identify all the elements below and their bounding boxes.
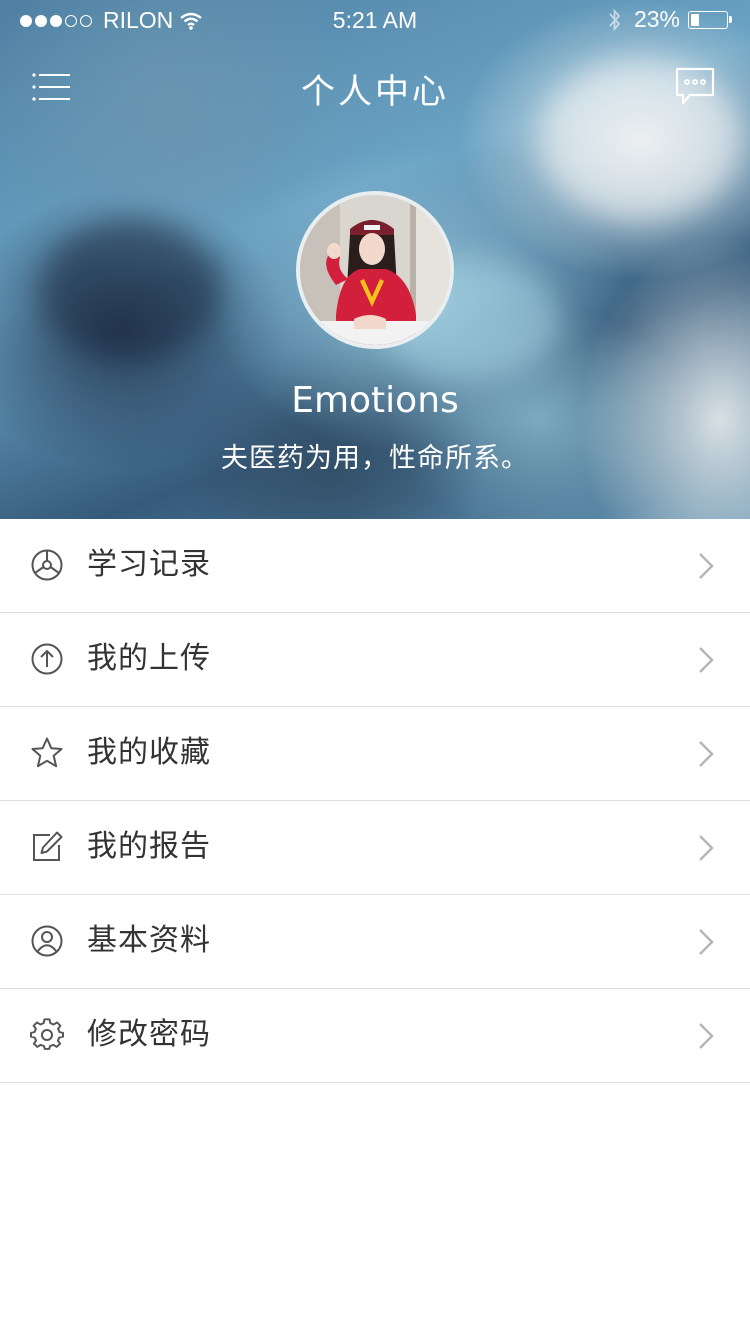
chevron-right-icon xyxy=(699,1023,714,1049)
menu-item-my-favorites[interactable]: 我的收藏 xyxy=(0,707,750,801)
menu-item-my-uploads[interactable]: 我的上传 xyxy=(0,613,750,707)
chevron-right-icon xyxy=(699,929,714,955)
avatar[interactable] xyxy=(296,191,454,349)
message-icon xyxy=(675,67,715,105)
navigation-bar: 个人中心 xyxy=(0,56,750,120)
edit-icon xyxy=(33,831,63,861)
menu-item-my-reports[interactable]: 我的报告 xyxy=(0,801,750,895)
user-motto: 夫医药为用，性命所系。 xyxy=(221,443,529,474)
battery-percentage: 23% xyxy=(633,6,680,32)
menu-item-label: 修改密码 xyxy=(87,1017,211,1052)
upload-icon xyxy=(31,643,63,675)
bluetooth-icon xyxy=(609,8,621,31)
chevron-right-icon xyxy=(699,647,714,673)
gear-icon xyxy=(30,1018,64,1050)
star-icon xyxy=(31,737,63,768)
avatar-photo xyxy=(300,195,450,345)
chevron-right-icon xyxy=(699,835,714,861)
steering-wheel-icon xyxy=(31,549,63,581)
menu-item-label: 我的收藏 xyxy=(87,735,211,770)
profile-header: RILON 5:21 AM 23% 个人中心 Emotions 夫医药为用，性命… xyxy=(0,0,750,519)
status-bar: RILON 5:21 AM 23% xyxy=(0,0,750,40)
menu-item-study-records[interactable]: 学习记录 xyxy=(0,519,750,613)
battery-icon xyxy=(688,10,732,29)
message-button[interactable] xyxy=(674,66,716,108)
menu-list: 学习记录 我的上传 我的收藏 我的报告 基本资料 修改密码 xyxy=(0,519,750,1083)
menu-item-label: 我的报告 xyxy=(87,829,211,864)
background-blot xyxy=(40,220,220,360)
chevron-right-icon xyxy=(699,741,714,767)
page-title: 个人中心 xyxy=(301,72,449,112)
menu-item-label: 基本资料 xyxy=(87,923,211,958)
battery-fill xyxy=(691,13,699,26)
menu-item-change-password[interactable]: 修改密码 xyxy=(0,989,750,1083)
chevron-right-icon xyxy=(699,553,714,579)
menu-item-label: 学习记录 xyxy=(87,547,211,582)
username: Emotions xyxy=(291,380,459,421)
menu-item-basic-profile[interactable]: 基本资料 xyxy=(0,895,750,989)
menu-item-label: 我的上传 xyxy=(87,641,211,676)
user-icon xyxy=(31,925,63,957)
